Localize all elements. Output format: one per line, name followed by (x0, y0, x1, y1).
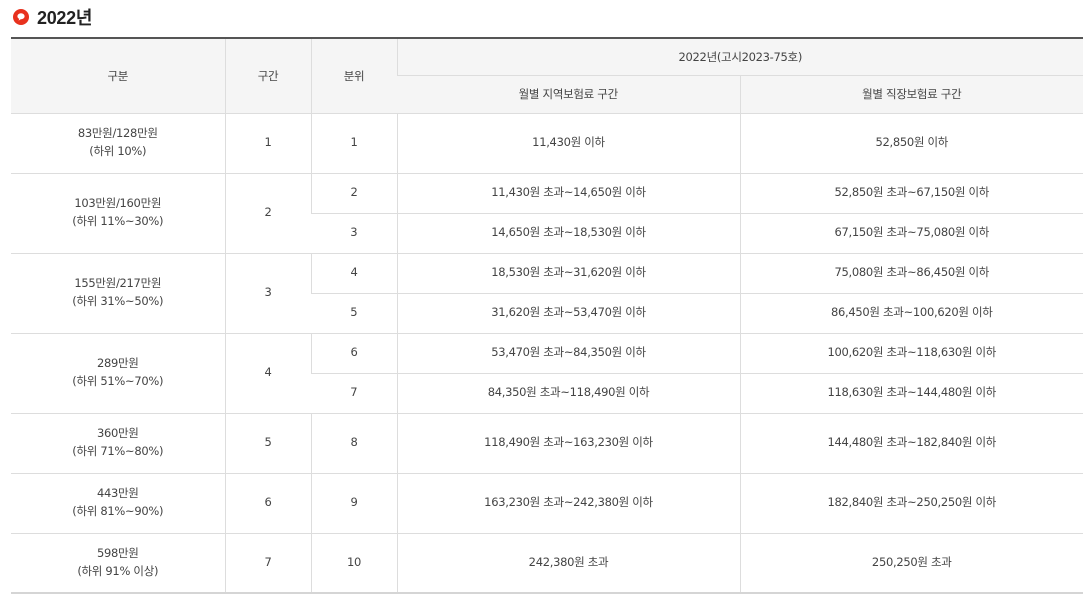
income-range-label: 289만원 (96, 356, 139, 371)
segment-cell: 5 (224, 413, 311, 474)
table-row: 443만원 (하위 81%~90%) 6 9 163,230원 초과~242,380원 … (11, 473, 1083, 534)
regional-fee-cell: 118,490원 초과~163,230원 이하 (396, 413, 740, 474)
workplace-fee-cell: 182,840원 초과~250,250원 이하 (739, 473, 1083, 534)
segment-cell: 1 (224, 113, 311, 174)
income-range-cell: 598만원 (하위 91% 이상) (11, 533, 225, 594)
workplace-fee-cell: 67,150원 초과~75,080원 이하 (739, 213, 1083, 254)
decile-cell: 1 (310, 113, 397, 174)
decile-cell: 6 (310, 333, 397, 374)
table-row: 360만원 (하위 71%~80%) 5 8 118,490원 초과~163,230원 … (11, 413, 1083, 474)
income-percentile-label: (하위 91% 이상) (77, 563, 159, 578)
red-speech-bubble-icon (12, 8, 30, 26)
decile-cell: 5 (311, 293, 397, 334)
regional-fee-cell: 84,350원 초과~118,490원 이하 (396, 373, 740, 414)
income-percentile-label: (하위 31%~50%) (72, 294, 164, 308)
income-range-cell: 155만원/217만원 (하위 31%~50%) (11, 253, 225, 334)
income-range-cell: 289만원 (하위 51%~70%) (11, 333, 225, 414)
income-range-label: 598만원 (96, 545, 139, 560)
income-range-label: 360만원 (96, 426, 139, 441)
income-percentile-label: (하위 71%~80%) (72, 444, 164, 458)
decile-cell: 8 (310, 413, 397, 474)
segment-cell: 7 (224, 533, 311, 594)
income-percentile-label: (하위 81%~90%) (72, 504, 164, 518)
table-row: 155만원/217만원 (하위 31%~50%) 3 4 18,530원 초과~31,6… (11, 253, 1083, 334)
segment-cell: 3 (224, 253, 311, 334)
segment-cell: 6 (224, 473, 311, 534)
section-heading: 2022년 (12, 4, 92, 30)
header-workplace: 월별 직장보험료 구간 (739, 75, 1083, 114)
decile-cell: 2 (310, 173, 397, 214)
table-body: 83만원/128만원 (하위 10%) 1 1 11,430원 이하 52,850원 이하… (11, 113, 1083, 594)
income-percentile-label: (하위 10%) (89, 144, 147, 158)
decile-cell: 3 (311, 213, 397, 254)
workplace-fee-cell: 250,250원 초과 (739, 533, 1083, 594)
table-row: 598만원 (하위 91% 이상) 7 10 242,380원 초과 250,250원 초… (11, 533, 1083, 594)
segment-cell: 2 (224, 173, 311, 254)
header-segment: 구간 (224, 37, 311, 114)
regional-fee-cell: 11,430원 초과~14,650원 이하 (396, 173, 740, 214)
income-range-label: 103만원/160만원 (74, 196, 162, 211)
income-range-label: 443만원 (96, 486, 139, 501)
decile-cell: 10 (310, 533, 397, 594)
workplace-fee-cell: 52,850원 초과~67,150원 이하 (739, 173, 1083, 214)
income-percentile-label: (하위 11%~30%) (72, 214, 164, 228)
regional-fee-cell: 242,380원 초과 (396, 533, 740, 594)
regional-fee-cell: 14,650원 초과~18,530원 이하 (396, 213, 740, 254)
income-range-cell: 83만원/128만원 (하위 10%) (11, 113, 225, 174)
header-group-title: 2022년(고시2023-75호) (396, 37, 1083, 76)
workplace-fee-cell: 86,450원 초과~100,620원 이하 (739, 293, 1083, 334)
income-range-label: 83만원/128만원 (77, 126, 158, 141)
income-percentile-label: (하위 51%~70%) (72, 374, 164, 388)
income-range-cell: 443만원 (하위 81%~90%) (11, 473, 225, 534)
workplace-fee-cell: 52,850원 이하 (739, 113, 1083, 174)
segment-cell: 4 (224, 333, 311, 414)
header-regional: 월별 지역보험료 구간 (397, 75, 740, 114)
header-category: 구분 (11, 37, 225, 114)
regional-fee-cell: 11,430원 이하 (396, 113, 740, 174)
income-range-label: 155만원/217만원 (74, 276, 162, 291)
workplace-fee-cell: 75,080원 초과~86,450원 이하 (739, 253, 1083, 294)
workplace-fee-cell: 144,480원 초과~182,840원 이하 (739, 413, 1083, 474)
table-row: 289만원 (하위 51%~70%) 4 6 53,470원 초과~84,350원 이하… (11, 333, 1083, 414)
regional-fee-cell: 18,530원 초과~31,620원 이하 (396, 253, 740, 294)
decile-cell: 9 (310, 473, 397, 534)
header-decile: 분위 (310, 37, 397, 114)
section-title: 2022년 (37, 8, 93, 28)
decile-cell: 7 (311, 373, 397, 414)
table-row: 83만원/128만원 (하위 10%) 1 1 11,430원 이하 52,850원 이하 (11, 113, 1083, 174)
income-range-cell: 360만원 (하위 71%~80%) (11, 413, 225, 474)
decile-cell: 4 (310, 253, 397, 294)
regional-fee-cell: 53,470원 초과~84,350원 이하 (396, 333, 740, 374)
insurance-fee-table: 구분 구간 분위 2022년(고시2023-75호) 월별 지역보험료 구간 월… (11, 37, 1083, 594)
table-row: 103만원/160만원 (하위 11%~30%) 2 2 11,430원 초과~14,6… (11, 173, 1083, 254)
workplace-fee-cell: 100,620원 초과~118,630원 이하 (739, 333, 1083, 374)
workplace-fee-cell: 118,630원 초과~144,480원 이하 (739, 373, 1083, 414)
regional-fee-cell: 31,620원 초과~53,470원 이하 (396, 293, 740, 334)
regional-fee-cell: 163,230원 초과~242,380원 이하 (396, 473, 740, 534)
income-range-cell: 103만원/160만원 (하위 11%~30%) (11, 173, 225, 254)
